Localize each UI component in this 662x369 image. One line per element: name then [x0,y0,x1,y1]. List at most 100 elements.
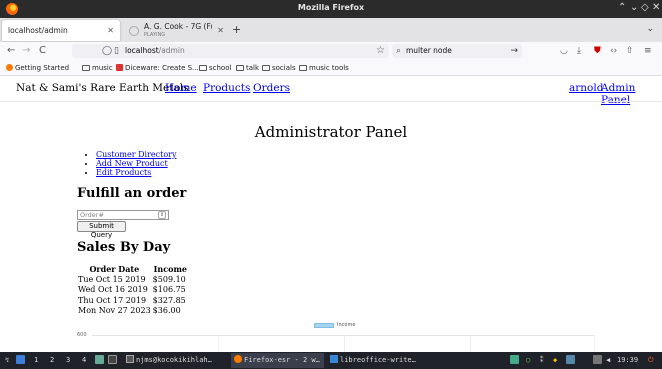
pocket-icon[interactable]: ◡ [560,45,568,57]
nav-orders-link[interactable]: Orders [253,82,290,94]
forward-arrow-icon[interactable]: → [22,44,30,58]
gridline [218,335,219,352]
page-icon[interactable]: ▯ [114,45,119,57]
sales-by-day-heading: Sales By Day [77,240,171,255]
gridline [470,335,471,352]
workspace-2[interactable]: 2 [50,354,54,367]
terminal-launcher-icon[interactable] [108,354,119,367]
close-tab-icon[interactable]: ✕ [217,20,224,41]
bookmark-getting-started[interactable]: Getting Started [6,63,69,73]
tab-music-playing[interactable]: A. G. Cook - 7G (Full Album) PLAYING ✕ [124,20,230,41]
navigation-toolbar: ← → C ◯ ▯ localhost/admin ☆ ⌕ multer nod… [0,42,662,60]
add-new-product-link[interactable]: Add New Product [96,159,168,168]
new-tab-icon[interactable]: + [232,24,241,36]
sales-table: Order Date Income Tue Oct 15 2019 $509.10… [77,264,189,317]
nav-products-link[interactable]: Products [203,82,250,94]
admin-panel-link[interactable]: Admin Panel [601,82,662,106]
bluetooth-icon[interactable]: ⁑ [540,354,544,367]
chevron-down-icon[interactable]: ⌄ [646,24,654,34]
folder-icon [199,65,207,71]
clock[interactable]: 19:39 [617,354,638,367]
menu-hamburger-icon[interactable]: ≡ [644,45,652,57]
order-date-cell: Thu Oct 17 2019 [78,295,147,305]
bookmark-diceware[interactable]: Diceware: Create S... [116,63,199,73]
power-icon[interactable]: ⏻ [648,354,654,367]
tab-strip: localhost/admin ✕ A. G. Cook - 7G (Full … [0,18,662,42]
volume-icon[interactable]: ◀ [606,354,610,367]
nav-home-link[interactable]: Home [165,82,197,94]
customer-directory-link[interactable]: Customer Directory [96,150,176,159]
number-spinner-icon[interactable]: ⇕ [158,211,166,219]
taskbar-task-terminal[interactable]: njms@kocokikihlah… [123,353,229,368]
folder-icon [82,65,90,71]
maximize-icon[interactable]: ⌄ [630,2,638,14]
minimize-icon[interactable]: ⌃ [618,2,626,14]
workspace-3[interactable]: 3 [66,354,70,367]
income-cell: $509.10 [152,274,186,284]
bookmark-folder-school[interactable]: school [199,63,231,73]
search-input[interactable]: multer node [406,45,452,57]
tab-label: localhost/admin [8,26,68,35]
bookmarks-toolbar: Getting Started music Diceware: Create S… [0,60,662,76]
tab-localhost-admin[interactable]: localhost/admin ✕ [2,20,120,41]
search-bar[interactable]: ⌕ multer node → [392,44,522,58]
ublock-shield-icon[interactable]: ⛊ [594,45,601,57]
devtools-icon[interactable]: ‹› [610,45,617,57]
income-cell: $36.00 [152,306,181,315]
notification-icon[interactable]: ◆ [553,354,557,367]
reload-icon[interactable]: C [39,44,46,58]
bookmark-star-icon[interactable]: ☆ [376,44,385,58]
column-header: Income [153,264,187,274]
back-arrow-icon[interactable]: ← [7,44,15,58]
window-close-icon[interactable]: ✕ [652,2,660,14]
edit-products-link[interactable]: Edit Products [96,168,151,177]
submit-query-button[interactable]: Submit Query [77,221,126,239]
restore-icon[interactable]: ◇ [641,2,649,14]
table-row: Tue Oct 15 2019 $509.10 [77,275,189,286]
bookmark-folder-music[interactable]: music [82,63,113,73]
user-link[interactable]: arnold [569,82,603,94]
battery-icon[interactable] [593,354,604,367]
workspace-1[interactable]: 1 [34,354,38,367]
window-title: Mozilla Firefox [297,3,365,12]
search-icon: ⌕ [396,46,402,56]
url-text[interactable]: localhost/admin [125,45,185,57]
network-icon[interactable] [510,354,521,367]
legend-label: Income [337,322,356,328]
tray-app-icon[interactable] [566,354,577,367]
divider [0,101,662,102]
search-go-arrow-icon[interactable]: → [510,44,518,58]
table-row: Thu Oct 17 2019 $327.85 [77,296,189,307]
order-number-input[interactable]: Order# ⇕ [77,210,169,220]
page-title: Administrator Panel [254,123,408,141]
close-tab-icon[interactable]: ✕ [107,20,114,41]
workspace-4[interactable]: 4 [82,354,86,367]
bookmark-folder-socials[interactable]: socials [262,63,296,73]
site-name: Nat & Sami's Rare Earth Metals [16,82,189,94]
taskbar-task-firefox[interactable]: Firefox-esr - 2 w… [231,353,324,368]
table-row: Wed Oct 16 2019 $106.75 [77,285,189,296]
url-bar[interactable]: ◯ ▯ localhost/admin ☆ [72,44,389,58]
start-menu-icon[interactable]: ↯ [5,354,9,367]
legend-swatch[interactable] [314,323,334,328]
sales-chart: Income 600 [60,318,620,352]
speaker-icon[interactable] [129,26,139,36]
firefox-icon [6,64,13,71]
bookmark-folder-music-tools[interactable]: music tools [299,63,349,73]
folder-icon [299,65,307,71]
admin-links-list: Customer Directory Add New Product Edit … [92,150,176,177]
file-manager-icon[interactable] [95,354,106,367]
order-date-cell: Mon Nov 27 2023 [78,306,151,315]
download-icon[interactable]: ⤓ [577,45,581,57]
folder-icon [236,65,244,71]
share-icon[interactable]: ⇧ [626,45,634,57]
taskbar: ↯ 1 2 3 4 njms@kocokikihlah… Firefox-esr… [0,352,662,369]
sync-icon[interactable]: ◯ [526,354,530,367]
y-tick-label: 600 [77,332,87,338]
show-desktop-icon[interactable] [16,354,27,367]
bookmark-folder-talk[interactable]: talk [236,63,259,73]
window-title-bar: Mozilla Firefox ⌃ ⌄ ◇ ✕ [0,0,662,18]
order-date-cell: Wed Oct 16 2019 [78,285,148,294]
shield-icon[interactable]: ◯ [102,45,112,57]
taskbar-task-libreoffice[interactable]: libreoffice-write… [327,353,423,368]
